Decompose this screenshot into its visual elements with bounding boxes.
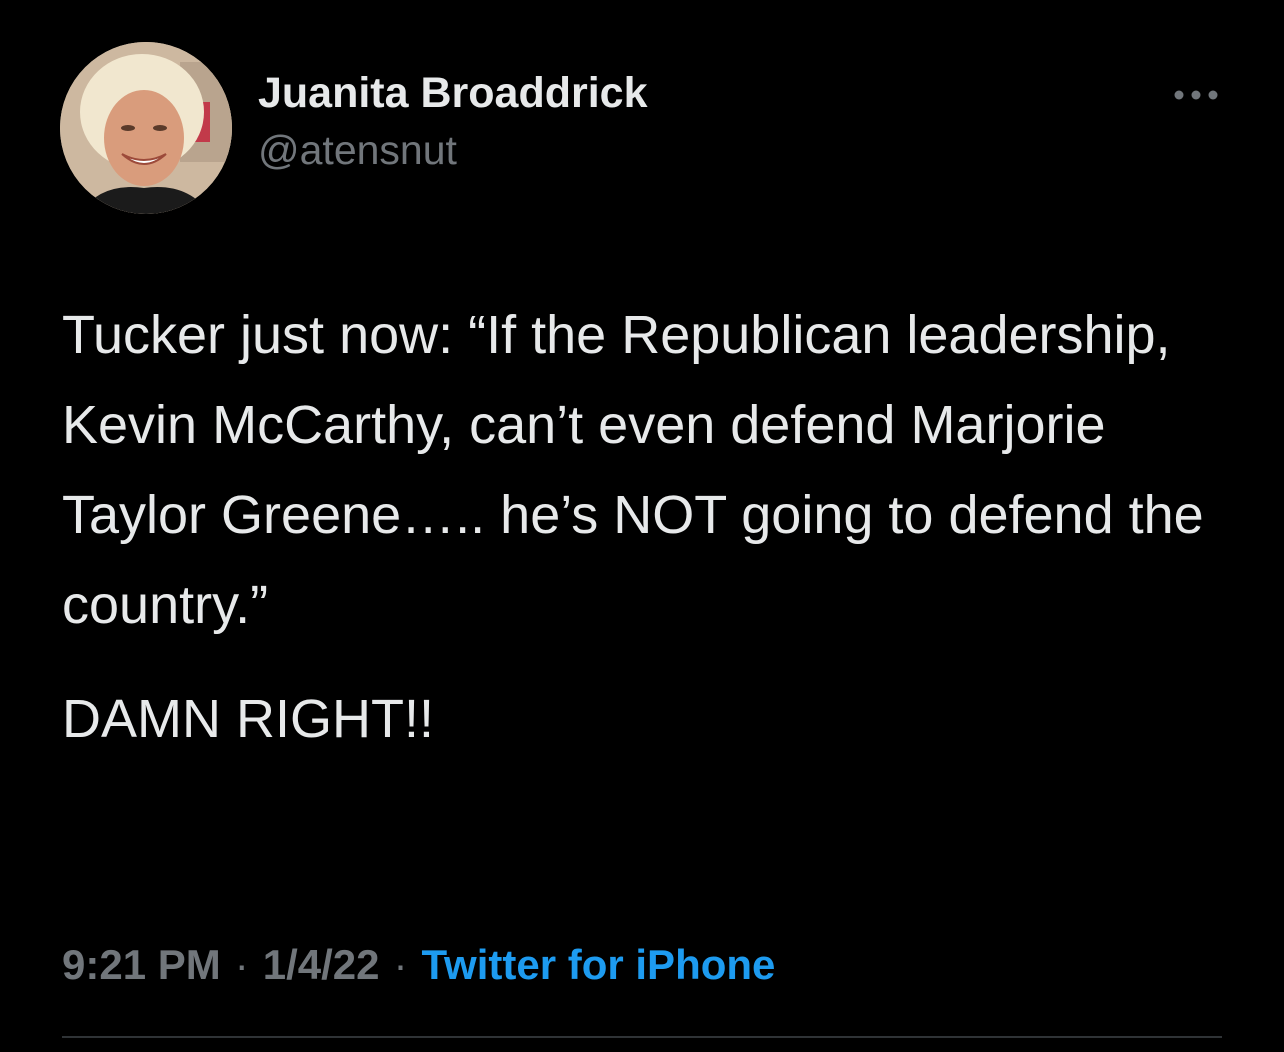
- tweet-metadata: 9:21 PM · 1/4/22 · Twitter for iPhone: [62, 936, 775, 994]
- separator-dot: ·: [234, 941, 249, 988]
- avatar-photo-icon: [60, 42, 232, 214]
- tweet: Juanita Broaddrick @atensnut Tucker just…: [0, 0, 1284, 1052]
- author-info: Juanita Broaddrick @atensnut: [258, 64, 648, 178]
- source-link[interactable]: Twitter for iPhone: [422, 941, 776, 988]
- display-name[interactable]: Juanita Broaddrick: [258, 64, 648, 122]
- separator-dot: ·: [393, 941, 408, 988]
- more-options-button[interactable]: [1168, 80, 1224, 110]
- tweet-paragraph: Tucker just now: “If the Republican lead…: [62, 305, 1204, 635]
- tweet-date[interactable]: 1/4/22: [263, 941, 380, 988]
- avatar[interactable]: [60, 42, 232, 214]
- ellipsis-icon: [1174, 90, 1218, 100]
- tweet-paragraph: DAMN RIGHT!!: [62, 689, 434, 749]
- tweet-time[interactable]: 9:21 PM: [62, 941, 221, 988]
- tweet-text: Tucker just now: “If the Republican lead…: [62, 290, 1242, 764]
- divider: [62, 1036, 1222, 1038]
- user-handle[interactable]: @atensnut: [258, 122, 648, 178]
